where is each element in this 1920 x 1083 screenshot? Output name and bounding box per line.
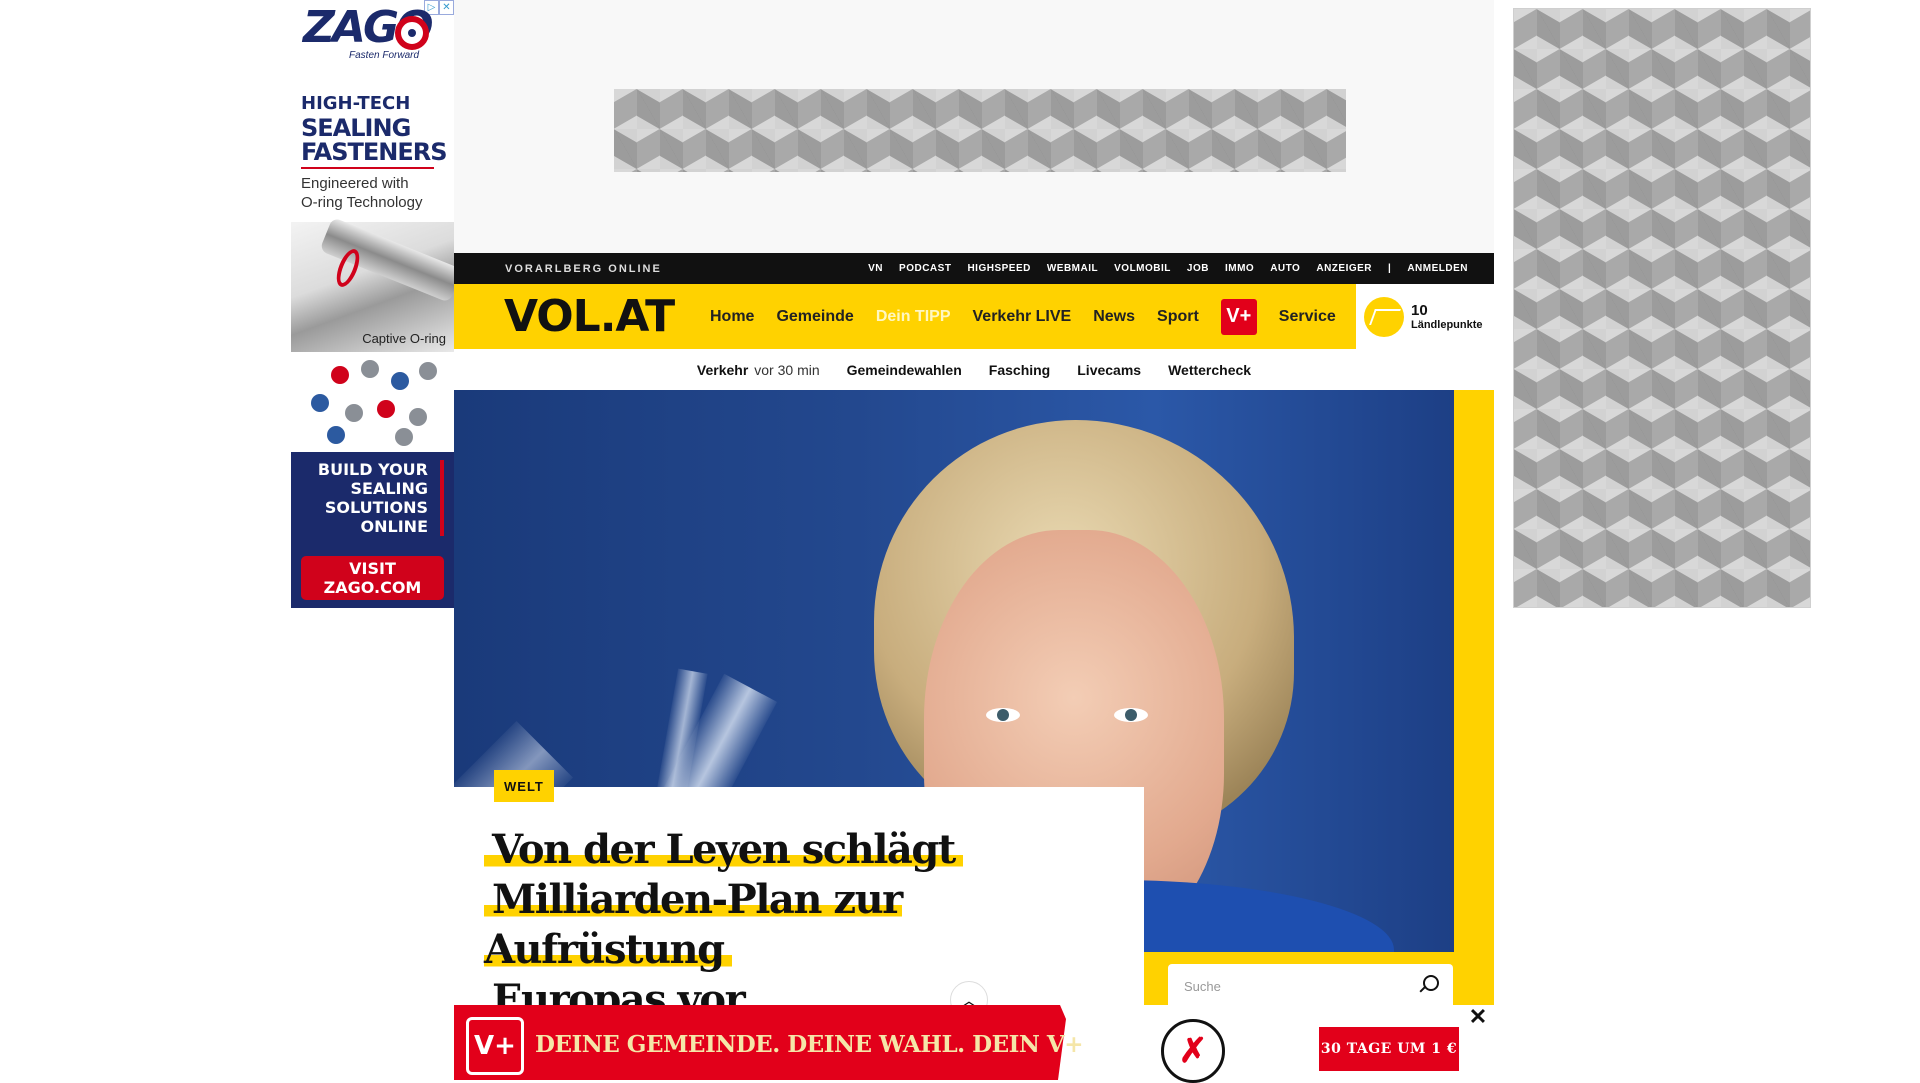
subnav-item-fasching[interactable]: Fasching bbox=[989, 362, 1050, 378]
subnav-verkehr-time: vor 30 min bbox=[754, 361, 820, 378]
nav-item-vplus[interactable]: V+ bbox=[1220, 298, 1257, 335]
topbar-link-highspeed[interactable]: HIGHSPEED bbox=[967, 263, 1030, 274]
right-skyscraper-ad-placeholder[interactable] bbox=[1513, 8, 1811, 608]
part-image bbox=[311, 394, 329, 412]
part-image bbox=[419, 362, 437, 380]
bolt-image bbox=[319, 217, 454, 303]
search-box[interactable] bbox=[1168, 964, 1453, 1010]
article-card[interactable]: WELT Von der Leyen schlägt Milliarden-Pl… bbox=[454, 770, 1144, 1023]
topbar-link-podcast[interactable]: PODCAST bbox=[899, 263, 951, 274]
topbar-link-webmail[interactable]: WEBMAIL bbox=[1047, 263, 1098, 274]
nav-item-service[interactable]: Service bbox=[1279, 308, 1336, 326]
ad-subtext: Engineered with O-ring Technology bbox=[301, 174, 451, 212]
part-image bbox=[331, 366, 349, 384]
search-icon[interactable] bbox=[1423, 975, 1439, 991]
ad-headline-line: HIGH-TECH bbox=[301, 93, 411, 114]
site-logo[interactable]: VOL.AT bbox=[504, 291, 675, 342]
top-banner-ad-placeholder[interactable] bbox=[614, 89, 1346, 172]
top-bar-links: VN PODCAST HIGHSPEED WEBMAIL VOLMOBIL JO… bbox=[868, 263, 1468, 274]
brand-label: VORARLBERG ONLINE bbox=[505, 262, 662, 275]
ballot-icon: ✗ bbox=[1161, 1019, 1225, 1083]
part-image bbox=[409, 408, 427, 426]
zago-ring-icon bbox=[395, 16, 429, 50]
nav-item-verkehr-live[interactable]: Verkehr LIVE bbox=[973, 308, 1072, 326]
nav-item-sport[interactable]: Sport bbox=[1157, 308, 1199, 326]
nav-item-news[interactable]: News bbox=[1093, 308, 1135, 326]
top-bar: VORARLBERG ONLINE VN PODCAST HIGHSPEED W… bbox=[454, 253, 1494, 284]
sub-nav: Verkehr vor 30 min Gemeindewahlen Faschin… bbox=[454, 349, 1494, 390]
hero-section: WELT Von der Leyen schlägt Milliarden-Pl… bbox=[454, 390, 1494, 1023]
ad-subtext-line: O-ring Technology bbox=[301, 194, 423, 211]
close-icon[interactable]: ✕ bbox=[1466, 1005, 1490, 1029]
search-input[interactable] bbox=[1182, 978, 1402, 995]
vplus-banner-text: DEINE GEMEINDE. DEINE WAHL. DEIN V+ bbox=[535, 1031, 1084, 1058]
points-value: 10 bbox=[1411, 302, 1428, 319]
vplus-logo: V+ bbox=[466, 1017, 524, 1075]
part-image bbox=[391, 372, 409, 390]
subnav-item-gemeindewahlen[interactable]: Gemeindewahlen bbox=[847, 362, 962, 378]
points-text: 10 Ländlepunkte bbox=[1411, 302, 1483, 331]
vplus-promo-banner[interactable]: V+ DEINE GEMEINDE. DEINE WAHL. DEIN V+ ✗… bbox=[454, 1005, 1494, 1083]
subnav-item-verkehr[interactable]: Verkehr vor 30 min bbox=[697, 362, 820, 378]
category-tag[interactable]: WELT bbox=[494, 770, 554, 802]
subnav-item-wettercheck[interactable]: Wettercheck bbox=[1168, 362, 1251, 378]
top-ad-area bbox=[454, 0, 1494, 253]
ad-subtext-line: Engineered with bbox=[301, 175, 409, 192]
fastener-photo: Captive O-ring bbox=[291, 217, 454, 352]
zago-logo: ZAGO Fasten Forward bbox=[303, 6, 443, 68]
ad-cta-box[interactable]: BUILD YOUR SEALING SOLUTIONS ONLINE VISI… bbox=[291, 452, 454, 608]
ad-headline: HIGH-TECH SEALING FASTENERS bbox=[301, 92, 451, 164]
subnav-item-livecams[interactable]: Livecams bbox=[1077, 362, 1141, 378]
nav-item-home[interactable]: Home bbox=[710, 308, 754, 326]
topbar-link-immo[interactable]: IMMO bbox=[1225, 263, 1254, 274]
topbar-link-job[interactable]: JOB bbox=[1187, 263, 1209, 274]
part-image bbox=[345, 404, 363, 422]
nav-item-gemeinde[interactable]: Gemeinde bbox=[776, 308, 853, 326]
visit-zago-button[interactable]: VISIT ZAGO.COM bbox=[301, 556, 444, 600]
headline-line: Von der Leyen schlägt bbox=[484, 826, 963, 873]
nav-item-dein-tipp[interactable]: Dein TIPP bbox=[876, 308, 951, 326]
ad-divider bbox=[301, 167, 434, 169]
portrait-eye bbox=[1114, 708, 1148, 722]
main-nav-bar: VOL.AT Home Gemeinde Dein TIPP Verkehr L… bbox=[454, 284, 1494, 349]
points-label: Ländlepunkte bbox=[1411, 319, 1483, 331]
ad-box-text: BUILD YOUR SEALING SOLUTIONS ONLINE bbox=[301, 460, 444, 536]
ad-headline-line: FASTENERS bbox=[301, 138, 448, 166]
part-image bbox=[377, 400, 395, 418]
site-header: VORARLBERG ONLINE VN PODCAST HIGHSPEED W… bbox=[454, 253, 1494, 390]
part-image bbox=[327, 426, 345, 444]
topbar-link-auto[interactable]: AUTO bbox=[1270, 263, 1300, 274]
left-skyscraper-ad[interactable]: ▷ ✕ ZAGO Fasten Forward HIGH-TECH SEALIN… bbox=[291, 0, 454, 608]
mountain-icon bbox=[1364, 296, 1404, 337]
article-headline[interactable]: Von der Leyen schlägt Milliarden-Plan zu… bbox=[484, 825, 1124, 1025]
portrait-eye bbox=[986, 708, 1020, 722]
headline-line: Milliarden-Plan zur Aufrüstung bbox=[484, 876, 903, 973]
topbar-link-anzeiger[interactable]: ANZEIGER bbox=[1316, 263, 1372, 274]
parts-photo bbox=[291, 352, 454, 452]
main-nav: Home Gemeinde Dein TIPP Verkehr LIVE New… bbox=[710, 284, 1336, 349]
topbar-link-anmelden[interactable]: ANMELDEN bbox=[1407, 263, 1468, 274]
topbar-link-vn[interactable]: VN bbox=[868, 263, 883, 274]
subnav-verkehr-label: Verkehr bbox=[696, 361, 749, 378]
topbar-separator: | bbox=[1388, 263, 1392, 274]
topbar-link-volmobil[interactable]: VOLMOBIL bbox=[1114, 263, 1171, 274]
part-image bbox=[361, 360, 379, 378]
photo-caption: Captive O-ring bbox=[362, 331, 446, 346]
vplus-subscribe-button[interactable]: 30 TAGE UM 1 € bbox=[1319, 1027, 1459, 1071]
ad-headline-line: SEALING bbox=[301, 114, 411, 142]
laendlepunkte-widget[interactable]: 10 Ländlepunkte bbox=[1356, 284, 1494, 349]
part-image bbox=[395, 428, 413, 446]
